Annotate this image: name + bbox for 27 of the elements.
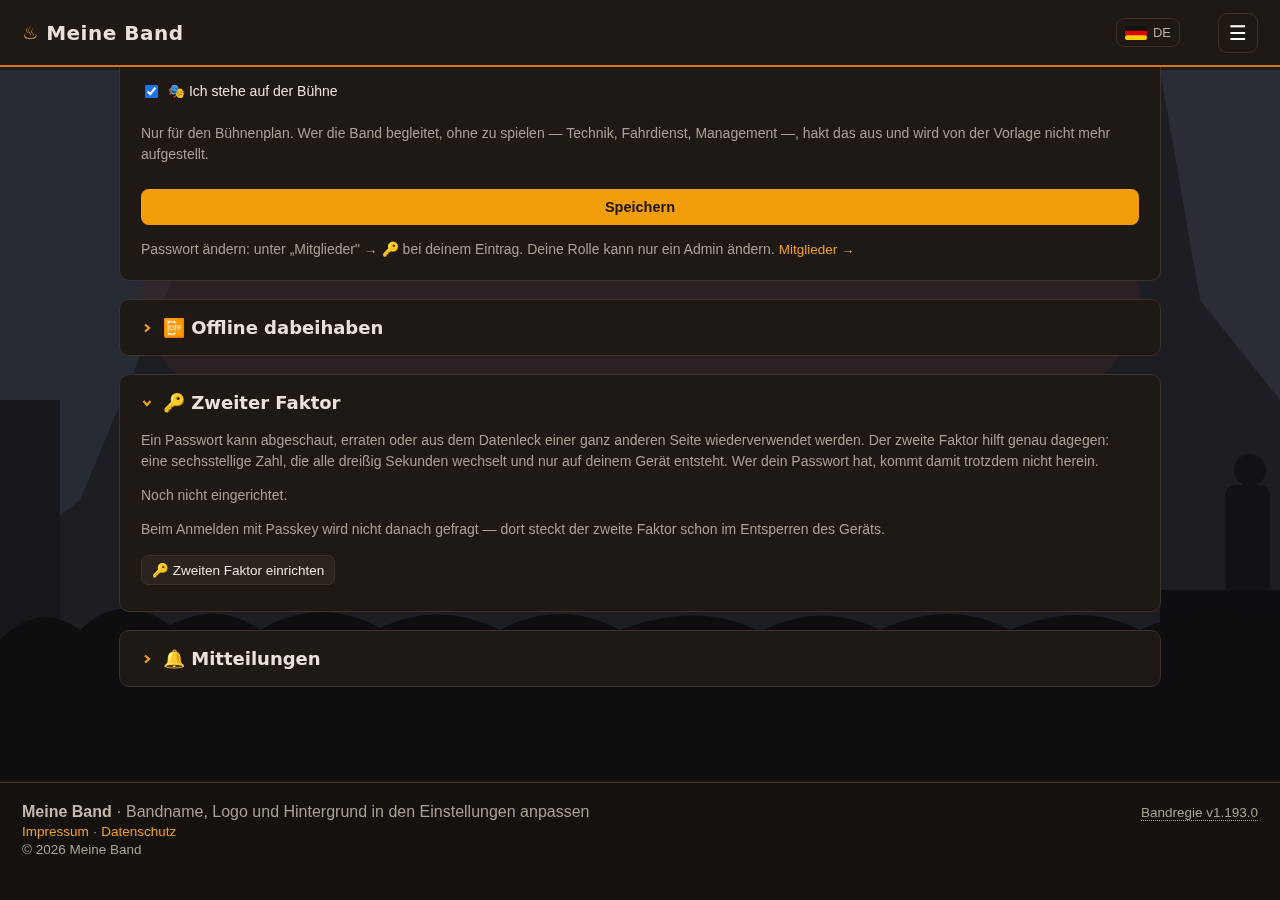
chevron-icon[interactable] bbox=[143, 653, 151, 664]
password-note: Passwort ändern: unter „Mitglieder" → 🔑 bei deinem Eintrag. Deine Rolle kann nur ein Admin ändern. bbox=[141, 240, 775, 259]
version-link[interactable]: Bandregie v1.193.0 bbox=[1140, 805, 1258, 821]
checkbox-label: 🎭 Ich stehe auf der Bühne bbox=[168, 83, 338, 99]
members-link[interactable]: Mitglieder → bbox=[778, 242, 855, 257]
flag-icon bbox=[1124, 25, 1147, 40]
logo-icon: ♨ bbox=[22, 21, 39, 44]
footer-link[interactable]: Datenschutz bbox=[101, 824, 177, 839]
footer-link[interactable]: Impressum bbox=[22, 824, 89, 839]
chevron-icon[interactable] bbox=[142, 398, 152, 407]
save-button[interactable]: Speichern bbox=[141, 189, 1139, 225]
setup-button[interactable]: 🔑 Zweiten Faktor einrichten bbox=[141, 555, 336, 585]
copyright-text: © 2026 Meine Band bbox=[22, 842, 143, 857]
separator-text: · bbox=[92, 824, 98, 839]
chevron-icon[interactable] bbox=[143, 322, 151, 333]
language-button[interactable]: DE bbox=[1115, 18, 1180, 47]
stage-checkbox[interactable] bbox=[145, 84, 158, 98]
section-text: Noch nicht eingerichtet. bbox=[141, 486, 289, 505]
section-title[interactable]: 📴 Offline dabeihaben bbox=[163, 317, 384, 338]
section-title[interactable]: 🔔 Mitteilungen bbox=[163, 648, 321, 669]
hint-text: Nur für den Bühnenplan. Wer die Band begleitet, ohne zu spielen — Technik, Fahrdienst, Management —, hakt das aus und wird von der Vorlage nicht mehr aufgestellt. bbox=[141, 124, 1112, 164]
section-text: Beim Anmelden mit Passkey wird nicht danach gefragt — dort steckt der zweite Faktor schon im Entsperren des Geräts. bbox=[141, 520, 886, 539]
section-text: Ein Passwort kann abgeschaut, erraten oder aus dem Datenleck einer ganz anderen Seite wiederverwendet werden. Der zweite Faktor hilft genau dagegen: eine sechsstellige Zahl, die alle dreißig Sekunden wechselt und nur auf deinem Gerät entsteht. Wer dein Passwort hat, kommt damit trotzdem nicht herein. bbox=[141, 431, 1111, 471]
site-title: Meine Band bbox=[46, 20, 184, 45]
footer-text: Meine Band · Bandname, Logo und Hintergrund in den Einstellungen anpassen bbox=[22, 803, 590, 821]
menu-button[interactable]: ☰ bbox=[1218, 12, 1258, 53]
section-title[interactable]: 🔑 Zweiter Faktor bbox=[163, 392, 341, 413]
